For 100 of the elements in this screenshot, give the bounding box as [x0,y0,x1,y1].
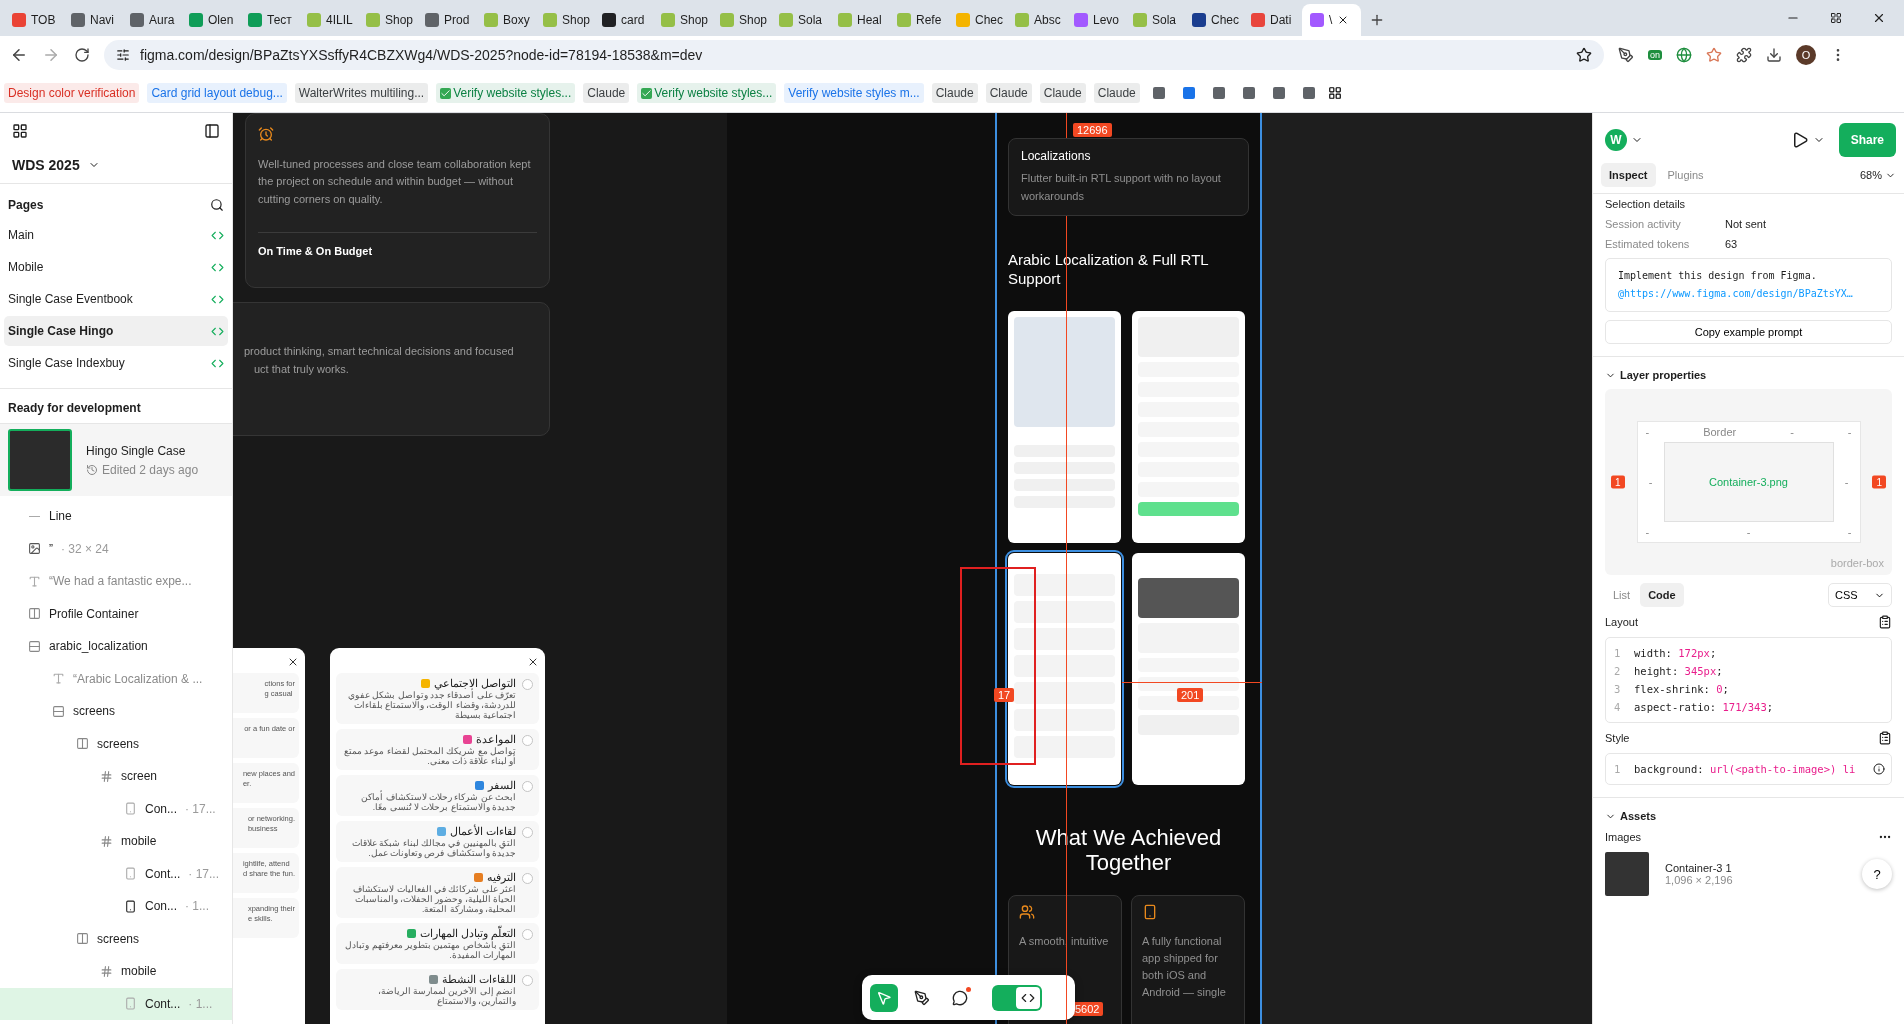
reload-icon[interactable] [74,47,90,63]
panel-tab[interactable]: Inspect [1601,163,1656,187]
dev-mode-toggle[interactable] [992,984,1042,1011]
bookmark-star-icon[interactable] [1576,47,1592,63]
bookmark-item[interactable]: Verify website styles... [436,83,576,103]
browser-tab[interactable]: Heal [830,4,889,36]
browser-tab[interactable]: Shop [653,4,712,36]
extensions-icon[interactable] [1736,47,1752,63]
radio-button[interactable] [522,929,533,940]
address-bar[interactable]: figma.com/design/BPaZtsYXSsffyR4CBZXWg4/WDS-2025?node-id=78194-18538&m=dev [104,40,1604,70]
copy-prompt-button[interactable]: Copy example prompt [1605,320,1892,344]
bookmark-icon[interactable] [1242,87,1255,99]
download-icon[interactable] [1766,47,1782,63]
bookmark-item[interactable]: Claude [1093,83,1140,103]
page-item[interactable]: Single Case Indexbuy [4,348,228,378]
bookmark-item[interactable]: Design color verification [4,83,140,103]
browser-tab[interactable]: Sola [1125,4,1184,36]
bookmark-item[interactable]: Claude [583,83,630,103]
layer-item[interactable]: ” · 32 × 24 [0,532,232,565]
radio-button[interactable] [522,873,533,884]
bookmark-item[interactable]: Claude [985,83,1032,103]
layer-item[interactable]: screens [0,922,232,955]
layer-item[interactable]: mobile [0,825,232,858]
bookmark-icon[interactable] [1152,87,1165,99]
browser-tab[interactable]: Sola [771,4,830,36]
language-dropdown[interactable]: CSS [1828,583,1892,607]
panel-toggle-icon[interactable] [204,123,220,139]
browser-tab[interactable]: Тест [240,4,299,36]
bookmark-item[interactable]: Card grid layout debug... [147,83,287,103]
browser-tab[interactable]: \ [1302,4,1361,36]
layer-item[interactable]: screens [0,727,232,760]
dev-ready-item[interactable]: Hingo Single Case Edited 2 days ago [0,424,232,496]
panel-tab[interactable]: Plugins [1659,163,1712,187]
copy-icon[interactable] [1878,615,1892,629]
app-screenshot[interactable] [1008,553,1121,785]
radio-button[interactable] [522,679,533,690]
close-icon[interactable] [527,656,539,668]
page-item[interactable]: Single Case Eventbook [4,284,228,314]
browser-tab[interactable]: Shop [535,4,594,36]
option-card[interactable]: المواعدة تواصل مع شريكك المحتمل لقضاء موعد ممتع أو لبناء علاقة ذات معنى. [336,729,539,770]
browser-tab[interactable]: Aura [122,4,181,36]
extension-icon[interactable] [1676,47,1692,63]
browser-tab[interactable]: Shop [358,4,417,36]
close-icon[interactable] [287,656,299,668]
app-screenshot[interactable] [1132,553,1245,785]
browser-tab[interactable]: Chec [948,4,1007,36]
browser-tab[interactable]: Absc [1007,4,1066,36]
bookmark-item[interactable]: Claude [1039,83,1086,103]
new-tab-icon[interactable] [1369,12,1385,28]
back-icon[interactable] [10,46,28,64]
bookmark-item[interactable]: Claude [931,83,978,103]
profile-avatar[interactable]: O [1796,45,1816,65]
browser-tab[interactable]: Dati [1243,4,1302,36]
browser-tab[interactable]: Levo [1066,4,1125,36]
file-name[interactable]: WDS 2025 [12,157,80,173]
layer-item[interactable]: Con... · 1... [0,890,232,923]
layer-item[interactable]: arabic_localization [0,630,232,663]
view-tab[interactable]: Code [1640,583,1684,607]
layer-item[interactable]: “Arabic Localization & ... [0,662,232,695]
help-button[interactable]: ? [1862,859,1892,889]
image-thumbnail[interactable] [1605,852,1649,896]
view-tab[interactable]: List [1605,583,1639,607]
layer-item[interactable]: Con... · 17... [0,792,232,825]
bookmark-item[interactable]: Verify website styles m... [784,83,924,103]
browser-tab[interactable]: Navi [63,4,122,36]
layer-item[interactable]: screens [0,695,232,728]
bookmark-icon[interactable] [1182,87,1195,99]
browser-tab[interactable]: Boxy [476,4,535,36]
bookmark-icon[interactable] [1302,87,1315,99]
option-card[interactable]: الترفيه اعثر على شركائك في الفعاليات لاستكشاف الحياة الليلية، وحضور الحفلات، والمناسبات المحلية، ومشاركة المتعة. [336,867,539,918]
zoom-level[interactable]: 68% [1859,169,1882,181]
browser-tab[interactable]: Olen [181,4,240,36]
option-card[interactable]: السفر ابحث عن شركاء رحلات لاستكشاف أماكن جديدة والاستمتاع برحلات لا تُنسى معًا. [336,775,539,816]
copy-icon[interactable] [1878,731,1892,745]
site-settings-icon[interactable] [116,48,130,62]
info-icon[interactable] [1873,763,1885,775]
browser-tab[interactable]: TOB [4,4,63,36]
search-icon[interactable] [210,198,224,212]
logo-menu-icon[interactable] [12,123,28,139]
option-card[interactable]: اللقاءات النشطة انضم إلى الآخرين لممارسة الرياضة، والتمارين، والاستمتاع [336,969,539,1010]
apps-icon[interactable] [1327,86,1342,100]
browser-tab[interactable]: card [594,4,653,36]
layer-item[interactable]: Profile Container [0,597,232,630]
extension-badge[interactable]: on [1648,50,1662,60]
close-icon[interactable] [1872,11,1886,25]
radio-button[interactable] [522,827,533,838]
page-item[interactable]: Main [4,220,228,250]
extension-icon[interactable] [1618,47,1634,63]
bookmark-item[interactable]: WalterWrites multiling... [294,83,429,103]
bookmark-icon[interactable] [1272,87,1285,99]
browser-tab[interactable]: Refe [889,4,948,36]
radio-button[interactable] [522,975,533,986]
layer-item[interactable]: Cont... · 1... [0,987,232,1020]
radio-button[interactable] [522,781,533,792]
bookmark-icon[interactable] [1212,87,1225,99]
layer-item[interactable]: mobile [0,955,232,988]
browser-tab[interactable]: Chec [1184,4,1243,36]
layer-item[interactable]: screen [0,760,232,793]
browser-tab[interactable]: Prod [417,4,476,36]
page-item[interactable]: Mobile [4,252,228,282]
